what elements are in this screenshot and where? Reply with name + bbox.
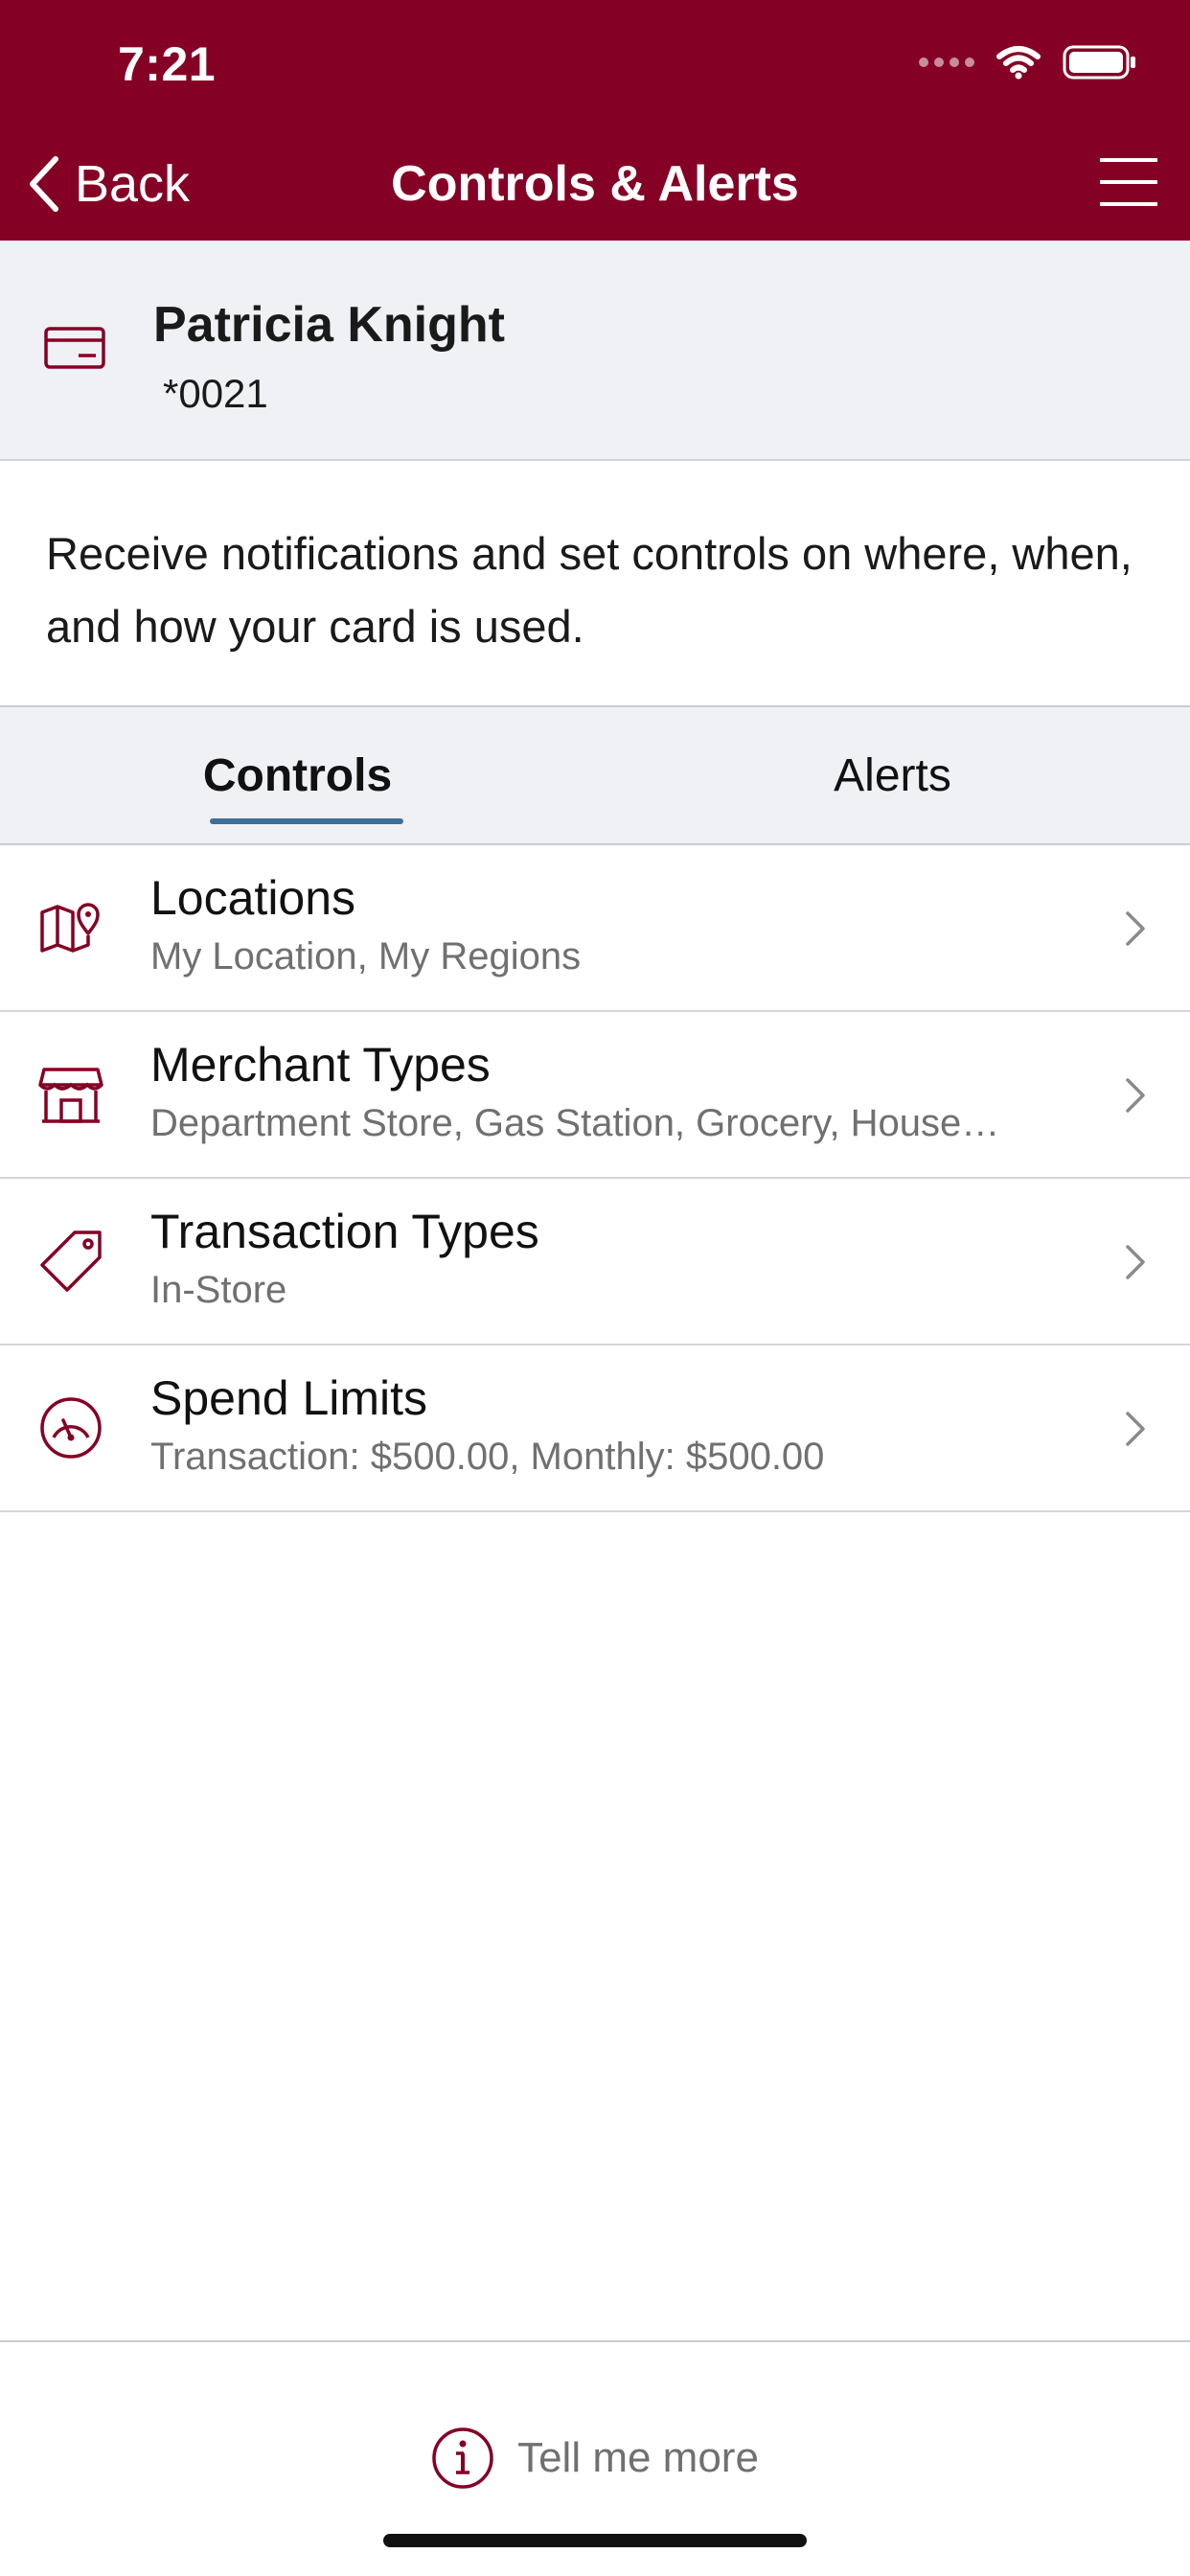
price-tag-icon (40, 1230, 102, 1292)
status-time: 7:21 (118, 37, 217, 91)
active-tab-indicator (210, 818, 403, 824)
account-name: Patricia Knight (153, 297, 505, 353)
tell-me-more-label: Tell me more (517, 2434, 759, 2481)
storefront-icon (38, 1068, 103, 1123)
item-subtitle: My Location, My Regions (150, 935, 582, 978)
list-item-spend-limits[interactable]: Spend Limits Transaction: $500.00, Month… (0, 1346, 1190, 1512)
list-item-transaction-types[interactable]: Transaction Types In-Store (0, 1179, 1190, 1346)
status-icons (919, 44, 1137, 80)
account-summary: Patricia Knight *0021 (0, 241, 1190, 461)
item-subtitle: Department Store, Gas Station, Grocery, … (150, 1102, 1000, 1144)
tell-me-more-button[interactable]: Tell me more (0, 2426, 1190, 2490)
gauge-icon (40, 1397, 102, 1459)
item-title: Locations (150, 871, 356, 925)
home-indicator[interactable] (383, 2534, 807, 2547)
chevron-right-icon (1126, 911, 1145, 946)
battery-icon (1063, 45, 1135, 80)
chevron-right-icon (1126, 1078, 1145, 1113)
item-title: Spend Limits (150, 1371, 428, 1425)
chevron-right-icon (1126, 1412, 1145, 1446)
footer-divider (0, 2340, 1190, 2342)
account-number: *0021 (163, 371, 268, 416)
signal-dots-icon (919, 58, 974, 67)
info-icon (432, 2427, 493, 2489)
description-text: Receive notifications and set controls o… (46, 528, 1133, 652)
list-item-merchant-types[interactable]: Merchant Types Department Store, Gas Sta… (0, 1012, 1190, 1179)
item-subtitle: Transaction: $500.00, Monthly: $500.00 (150, 1436, 825, 1478)
tab-bar: Controls Alerts (0, 707, 1190, 845)
chevron-right-icon (1126, 1245, 1145, 1279)
hamburger-menu-icon (1100, 158, 1157, 206)
map-pin-icon (40, 903, 100, 953)
app-screen: 7:21 Back Controls & Alerts Patricia Kni… (0, 0, 1190, 2576)
controls-list: Locations My Location, My Regions Mercha… (0, 845, 1190, 1512)
header-bar: 7:21 Back Controls & Alerts (0, 0, 1190, 241)
wifi-icon (996, 46, 1041, 80)
credit-card-icon (44, 327, 105, 369)
page-title: Controls & Alerts (391, 156, 799, 212)
item-title: Transaction Types (150, 1205, 539, 1258)
list-item-locations[interactable]: Locations My Location, My Regions (0, 845, 1190, 1012)
menu-button[interactable] (1100, 157, 1157, 207)
item-title: Merchant Types (150, 1038, 491, 1092)
tab-alerts[interactable]: Alerts (595, 707, 1190, 843)
item-subtitle: In-Store (150, 1269, 287, 1311)
